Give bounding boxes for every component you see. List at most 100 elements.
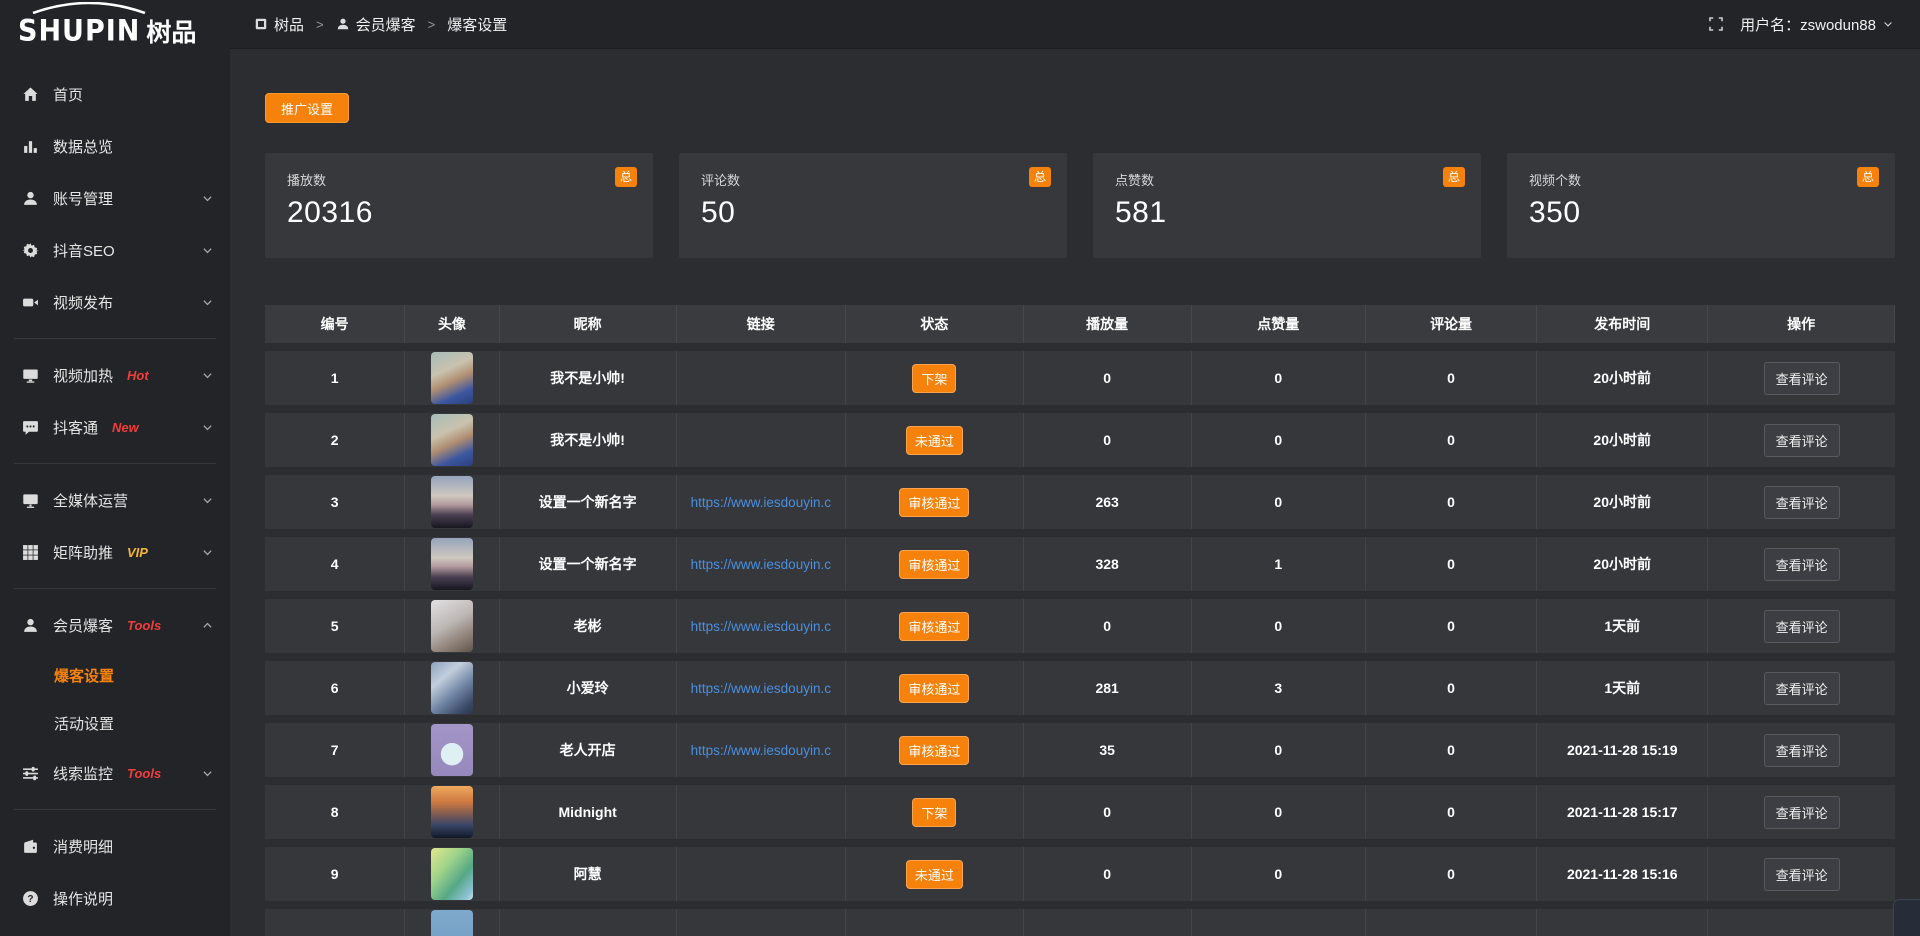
row-number: 9 xyxy=(265,847,405,901)
video-link[interactable]: https://www.iesdouyin.c xyxy=(691,743,831,758)
sidebar-item-tag: New xyxy=(112,420,139,435)
status-badge[interactable]: 审核通过 xyxy=(899,550,969,579)
sidebar-item-label: 消费明细 xyxy=(53,836,113,857)
sidebar-item-baoke-settings[interactable]: 爆客设置 xyxy=(0,651,230,699)
status-badge[interactable]: 审核通过 xyxy=(899,674,969,703)
video-link[interactable]: https://www.iesdouyin.c xyxy=(691,557,831,572)
sidebar-item-account-management[interactable]: 账号管理 xyxy=(0,172,230,224)
publish-time: 2021-11-28 15:17 xyxy=(1537,785,1708,839)
publish-time: 20小时前 xyxy=(1537,537,1708,591)
video-link[interactable]: https://www.iesdouyin.c xyxy=(691,495,831,510)
sidebar-item-label: 账号管理 xyxy=(53,188,113,209)
comments-count: 0 xyxy=(1366,599,1537,653)
sidebar-item-home[interactable]: 首页 xyxy=(0,68,230,120)
help-icon: ? xyxy=(22,890,39,907)
sidebar-divider xyxy=(14,588,216,589)
plays-count: 263 xyxy=(1024,475,1192,529)
table-row: 9阿慧未通过0002021-11-28 15:16查看评论 xyxy=(265,847,1895,901)
status-badge[interactable]: 未通过 xyxy=(906,426,963,455)
sidebar-item-label: 数据总览 xyxy=(53,136,113,157)
app-root: SHUPIN 树品 首页数据总览账号管理抖音SEO视频发布视频加热Hot抖客通N… xyxy=(0,0,1920,936)
action-cell: 查看评论 xyxy=(1708,599,1895,653)
nickname: 小爱玲 xyxy=(500,661,677,715)
sidebar-item-activity-settings[interactable]: 活动设置 xyxy=(0,699,230,747)
video-link[interactable]: https://www.iesdouyin.c xyxy=(691,681,831,696)
view-comments-button[interactable]: 查看评论 xyxy=(1764,672,1840,705)
sidebar-item-douyin-seo[interactable]: 抖音SEO xyxy=(0,224,230,276)
stat-label: 播放数 xyxy=(287,170,631,189)
row-number: 7 xyxy=(265,723,405,777)
avatar xyxy=(431,848,473,900)
topbar-right: 用户名：zswodun88 xyxy=(1708,14,1894,35)
avatar xyxy=(431,786,473,838)
column-header: 链接 xyxy=(677,305,847,343)
sidebar-item-label: 会员爆客 xyxy=(53,615,113,636)
user-menu[interactable]: 用户名：zswodun88 xyxy=(1740,14,1894,35)
breadcrumb-item-baoke-settings[interactable]: 爆客设置 xyxy=(447,14,507,35)
video-link[interactable]: https://www.iesdouyin.c xyxy=(691,619,831,634)
sidebar-item-label: 线索监控 xyxy=(53,763,113,784)
comments-count: 0 xyxy=(1366,475,1537,529)
link-cell: https://www.iesdouyin.c xyxy=(677,537,847,591)
sidebar-item-clue-monitor[interactable]: 线索监控 Tools xyxy=(0,747,230,799)
avatar-cell xyxy=(405,723,500,777)
sidebar-item-all-media-operation[interactable]: 全媒体运营 xyxy=(0,474,230,526)
sidebar-item-video-publish[interactable]: 视频发布 xyxy=(0,276,230,328)
likes-count: 0 xyxy=(1192,723,1366,777)
chevron-down-icon xyxy=(201,192,214,205)
avatar xyxy=(431,910,473,936)
sidebar-item-member-baoke[interactable]: 会员爆客Tools xyxy=(0,599,230,651)
view-comments-button[interactable]: 查看评论 xyxy=(1764,424,1840,457)
status-badge[interactable]: 审核通过 xyxy=(899,488,969,517)
sidebar-item-video-heat[interactable]: 视频加热Hot xyxy=(0,349,230,401)
chevron-up-icon xyxy=(201,619,214,632)
view-comments-button[interactable]: 查看评论 xyxy=(1764,858,1840,891)
sidebar-item-matrix-boost[interactable]: 矩阵助推VIP xyxy=(0,526,230,578)
sidebar-item-data-overview[interactable]: 数据总览 xyxy=(0,120,230,172)
sidebar-nav: 首页数据总览账号管理抖音SEO视频发布视频加热Hot抖客通New 全媒体运营矩阵助… xyxy=(0,62,230,924)
publish-time: 20小时前 xyxy=(1537,475,1708,529)
sidebar-item-douke-tong[interactable]: 抖客通New xyxy=(0,401,230,453)
status-badge[interactable]: 下架 xyxy=(912,364,956,393)
avatar-cell xyxy=(405,413,500,467)
view-comments-button[interactable]: 查看评论 xyxy=(1764,610,1840,643)
fullscreen-icon[interactable] xyxy=(1708,16,1724,32)
publish-time: 20小时前 xyxy=(1537,413,1708,467)
nickname: 设置一个新名字 xyxy=(500,475,677,529)
nickname: 我不是小帅! xyxy=(500,351,677,405)
row-number xyxy=(265,909,405,936)
sidebar-item-tag: Tools xyxy=(127,766,161,781)
avatar-cell xyxy=(405,909,500,936)
home-icon xyxy=(22,86,39,103)
link-cell xyxy=(677,847,847,901)
view-comments-button[interactable]: 查看评论 xyxy=(1764,362,1840,395)
view-comments-button[interactable]: 查看评论 xyxy=(1764,796,1840,829)
table-row: 4设置一个新名字https://www.iesdouyin.c审核通过32810… xyxy=(265,537,1895,591)
status-badge[interactable]: 审核通过 xyxy=(899,612,969,641)
publish-time: 20小时前 xyxy=(1537,351,1708,405)
avatar xyxy=(431,352,473,404)
sidebar-item-consumption-detail[interactable]: 消费明细 xyxy=(0,820,230,872)
user-icon xyxy=(22,190,39,207)
breadcrumb-item-shupin[interactable]: 树品 xyxy=(254,14,304,35)
publish-time xyxy=(1537,909,1708,936)
status-badge[interactable]: 下架 xyxy=(912,798,956,827)
chat-icon xyxy=(22,419,39,436)
view-comments-button[interactable]: 查看评论 xyxy=(1764,734,1840,767)
row-number: 8 xyxy=(265,785,405,839)
promotion-settings-button[interactable]: 推广设置 xyxy=(265,93,349,123)
view-comments-button[interactable]: 查看评论 xyxy=(1764,548,1840,581)
status-badge[interactable]: 未通过 xyxy=(906,860,963,889)
breadcrumb-label: 树品 xyxy=(274,14,304,35)
view-comments-button[interactable]: 查看评论 xyxy=(1764,486,1840,519)
status-badge[interactable]: 审核通过 xyxy=(899,736,969,765)
likes-count: 0 xyxy=(1192,847,1366,901)
user-icon xyxy=(22,617,39,634)
nickname: 老人开店 xyxy=(500,723,677,777)
sidebar-item-operation-guide[interactable]: ?操作说明 xyxy=(0,872,230,924)
column-header: 状态 xyxy=(846,305,1024,343)
column-header: 编号 xyxy=(265,305,405,343)
logo: SHUPIN 树品 xyxy=(0,0,230,62)
breadcrumb-item-member-baoke[interactable]: 会员爆客 xyxy=(336,14,416,35)
floating-widget[interactable] xyxy=(1893,899,1920,936)
